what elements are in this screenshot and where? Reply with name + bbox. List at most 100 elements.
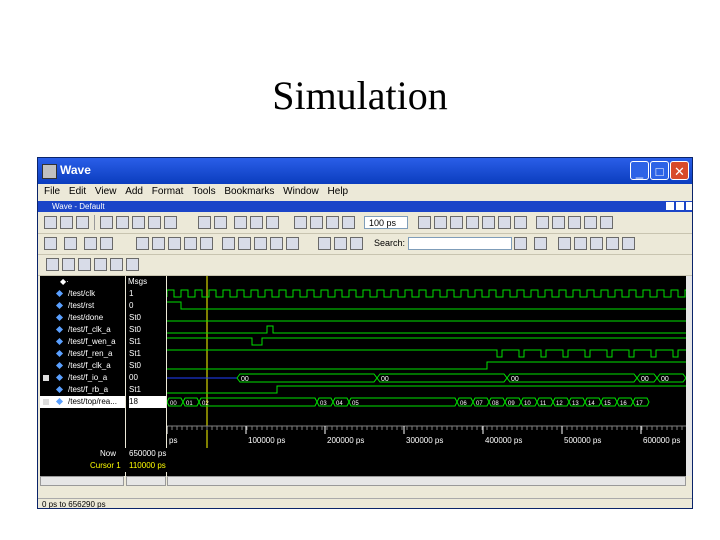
wave-rise-icon[interactable] [238,237,251,250]
values-horizontal-scrollbar[interactable] [126,476,166,486]
subwindow-undock-button[interactable] [676,202,684,210]
signal-row-name[interactable]: /test/clk [40,288,125,300]
signal-row-name[interactable]: /test/done [40,312,125,324]
expand-icon[interactable] [43,375,49,381]
prev-transition-icon[interactable] [568,216,581,229]
find-prev-icon[interactable] [318,237,331,250]
zoom-out-icon[interactable] [574,237,587,250]
signal-values-pane[interactable]: Msgs 1 0 St0 St0 St1 St1 St0 00 St1 18 [126,276,166,476]
performance-icon[interactable] [498,216,511,229]
paste-icon[interactable] [132,216,145,229]
menu-file[interactable]: File [44,184,60,200]
expand-icon[interactable] [43,399,49,405]
signal-row-name[interactable]: /test/rst [40,300,125,312]
filter-icon[interactable] [350,237,363,250]
run-length-input[interactable]: 100 ps [364,216,408,229]
zoom-icon[interactable] [64,237,77,250]
zoom-in-icon[interactable] [558,237,571,250]
minimize-button[interactable]: _ [630,161,649,180]
more-icon[interactable] [126,258,139,271]
menu-tools[interactable]: Tools [192,184,215,200]
maximize-button[interactable]: □ [650,161,669,180]
help-icon[interactable] [100,237,113,250]
color-icon[interactable] [78,258,91,271]
insert-cursor-icon[interactable] [536,216,549,229]
simulate-icon[interactable] [214,216,227,229]
wave-edit-icon[interactable] [222,237,235,250]
signal-row-name[interactable]: /test/f_ren_a [40,348,125,360]
close-button[interactable]: ✕ [670,161,689,180]
menu-edit[interactable]: Edit [69,184,86,200]
subwindow-close-button[interactable] [686,202,692,210]
delete-cursor-icon[interactable] [552,216,565,229]
signal-row-name[interactable]: /test/f_clk_a [40,360,125,372]
signal-row-name[interactable]: /test/f_wen_a [40,336,125,348]
select-icon[interactable] [84,237,97,250]
menu-view[interactable]: View [95,184,117,200]
flag-icon[interactable] [200,237,213,250]
dots-icon[interactable] [110,258,123,271]
region-icon[interactable] [152,237,165,250]
bookmark-icon[interactable] [168,237,181,250]
save-icon[interactable] [60,216,73,229]
print-icon[interactable] [76,216,89,229]
signal-row-name[interactable]: /test/f_clk_a [40,324,125,336]
find-icon[interactable] [164,216,177,229]
break-icon[interactable] [234,216,247,229]
signal-row-name[interactable]: /test/f_rb_a [40,384,125,396]
compile-icon[interactable] [198,216,211,229]
wave-invert-icon[interactable] [270,237,283,250]
signal-row-name[interactable]: /test/f_io_a [40,372,125,384]
stop-icon[interactable] [434,216,447,229]
signal-row-name[interactable]: /test/top/rea... [40,396,125,408]
waveform-canvas[interactable]: 00 00 00 00 00 00 01 02 03 04 05 06 07 08 09 10 11 12 13 14… [167,276,686,476]
bus-label-counter: 08 [492,401,499,407]
wave-horizontal-scrollbar[interactable] [167,476,686,486]
subwindow-dock-button[interactable] [666,202,674,210]
restart-icon[interactable] [250,216,263,229]
wave-format-icon[interactable] [94,258,107,271]
menu-help[interactable]: Help [328,184,349,200]
zoom-cursor-icon[interactable] [606,237,619,250]
next-transition-icon[interactable] [584,216,597,229]
menu-bookmarks[interactable]: Bookmarks [224,184,274,200]
waveform-pane[interactable]: 00 00 00 00 00 00 01 02 03 04 05 06 07 08 09 10 11 12 13 14… [167,276,686,476]
menu-format[interactable]: Format [152,184,184,200]
search-input[interactable] [408,237,512,250]
pointer-icon[interactable] [136,237,149,250]
menu-window[interactable]: Window [283,184,319,200]
signal-value: St1 [129,337,142,346]
memory-icon[interactable] [514,216,527,229]
layout-icon[interactable] [44,237,57,250]
menubar: File Edit View Add Format Tools Bookmark… [38,184,692,200]
vertical-scrollbar[interactable] [686,276,692,476]
run-icon[interactable] [326,216,339,229]
step-icon[interactable] [266,216,279,229]
mode-icon[interactable] [46,258,59,271]
continue-icon[interactable] [342,216,355,229]
zoom-full-icon[interactable] [590,237,603,250]
step-into-icon[interactable] [466,216,479,229]
edge-icon[interactable] [600,216,613,229]
wave-fall-icon[interactable] [254,237,267,250]
edit-icon[interactable] [62,258,75,271]
run-all-icon[interactable] [418,216,431,229]
names-horizontal-scrollbar[interactable] [40,476,124,486]
copy-icon[interactable] [116,216,129,229]
wave-stretch-icon[interactable] [286,237,299,250]
menu-add[interactable]: Add [125,184,143,200]
undo-icon[interactable] [148,216,161,229]
open-icon[interactable] [44,216,57,229]
step-over-icon[interactable] [450,216,463,229]
signal-names-pane[interactable]: ◆· /test/clk/test/rst/test/done/test/f_c… [40,276,125,476]
search-dropdown-icon[interactable] [514,237,527,250]
cut-icon[interactable] [100,216,113,229]
up-arrow-icon[interactable] [294,216,307,229]
divider-icon[interactable] [184,237,197,250]
search-go-icon[interactable] [534,237,547,250]
zoom-area-icon[interactable] [622,237,635,250]
step-out-icon[interactable] [482,216,495,229]
signal-name: /test/top/rea... [68,397,117,406]
down-arrow-icon[interactable] [310,216,323,229]
find-next-icon[interactable] [334,237,347,250]
